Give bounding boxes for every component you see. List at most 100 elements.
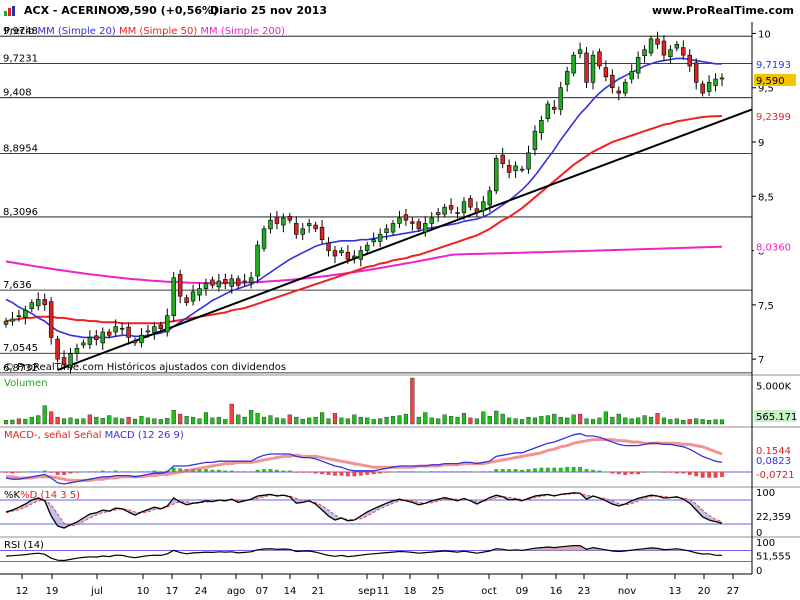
macd-histogram-bar bbox=[326, 472, 331, 475]
candle bbox=[229, 278, 234, 287]
macd-legend: MACD-, señal Señal MACD (12 26 9) bbox=[4, 430, 184, 441]
price-tick-label: 10 bbox=[758, 29, 771, 40]
volume-bar bbox=[332, 413, 338, 425]
macd-histogram-bar bbox=[687, 472, 692, 475]
volume-bar bbox=[216, 416, 221, 425]
rsi-tick-0: 0 bbox=[756, 566, 762, 577]
candle bbox=[16, 315, 22, 318]
candle bbox=[281, 217, 286, 226]
macd-histogram-bar bbox=[49, 472, 54, 473]
candle bbox=[423, 223, 428, 233]
volume-bar bbox=[429, 417, 434, 425]
volume-tick-label: 5.000K bbox=[756, 382, 792, 393]
volume-bar bbox=[61, 418, 67, 425]
macd-histogram-bar bbox=[55, 472, 60, 475]
volume-bar bbox=[397, 415, 402, 425]
volume-bar bbox=[539, 416, 544, 425]
macd-histogram-bar bbox=[416, 472, 421, 473]
candle bbox=[242, 280, 247, 283]
volume-bar bbox=[719, 419, 725, 425]
candle bbox=[603, 67, 609, 78]
candle bbox=[597, 51, 602, 67]
stoch-legend: %K%D (14 3 5) bbox=[4, 490, 80, 501]
macd-histogram-bar bbox=[171, 467, 176, 472]
volume-bar bbox=[513, 418, 518, 425]
candle bbox=[648, 38, 654, 54]
volume-bar bbox=[616, 413, 621, 425]
volume-bar bbox=[145, 417, 150, 425]
volume-bar bbox=[519, 419, 525, 425]
macd-histogram-bar bbox=[681, 472, 686, 474]
volume-bar bbox=[642, 415, 647, 425]
volume-bar bbox=[249, 410, 254, 425]
volume-bar bbox=[648, 416, 654, 425]
macd-histogram-bar bbox=[275, 469, 279, 472]
x-tick-label: 14 bbox=[284, 586, 297, 597]
candle bbox=[668, 49, 673, 58]
candle bbox=[545, 103, 551, 119]
candle bbox=[119, 327, 125, 330]
volume-bar bbox=[190, 416, 196, 425]
macd-histogram-bar bbox=[571, 466, 576, 472]
candle bbox=[177, 274, 183, 297]
volume-bar bbox=[694, 418, 699, 425]
candle bbox=[442, 206, 447, 215]
macd-histogram-bar bbox=[668, 472, 673, 473]
x-tick-label: sep bbox=[358, 586, 376, 597]
macd-histogram-bar bbox=[68, 472, 73, 474]
candle bbox=[326, 242, 331, 251]
rsi-last-value: 51,555 bbox=[756, 551, 791, 562]
sma20-last-value: 9,7193 bbox=[756, 60, 791, 71]
macd-histogram-bar bbox=[474, 472, 479, 473]
price-tick-label: 7 bbox=[758, 355, 764, 366]
macd-histogram-bar bbox=[384, 472, 389, 473]
macd-histogram-bar bbox=[378, 472, 383, 474]
x-tick-label: 13 bbox=[669, 586, 682, 597]
candle bbox=[36, 299, 41, 307]
macd-histogram-bar bbox=[145, 471, 150, 472]
candle bbox=[629, 71, 634, 80]
candle bbox=[494, 157, 499, 192]
macd-histogram-bar bbox=[552, 467, 557, 472]
volume-bar bbox=[268, 415, 273, 425]
macd-histogram-bar bbox=[597, 470, 602, 472]
macd-histogram-bar bbox=[75, 472, 79, 473]
candle bbox=[345, 251, 351, 260]
volume-bar bbox=[578, 413, 583, 425]
volume-bar bbox=[449, 416, 454, 425]
candle bbox=[623, 81, 628, 94]
candle bbox=[319, 226, 325, 241]
macd-histogram-bar bbox=[610, 472, 615, 474]
macd-histogram-bar bbox=[436, 471, 441, 472]
macd-last-value-2: 0,0823 bbox=[756, 456, 791, 467]
macd-histogram-bar bbox=[462, 471, 466, 472]
macd-histogram-bar bbox=[352, 472, 357, 477]
candle bbox=[642, 49, 647, 56]
chart-area[interactable]: 9,97489,72319,4088,89548,30967,6367,0545… bbox=[0, 22, 800, 600]
candle bbox=[3, 320, 9, 325]
volume-bar bbox=[94, 416, 99, 425]
candle bbox=[23, 309, 28, 318]
candle bbox=[519, 168, 525, 171]
candle bbox=[655, 38, 660, 45]
macd-histogram-bar bbox=[423, 472, 428, 473]
volume-bar bbox=[713, 419, 718, 425]
x-tick-label: 12 bbox=[16, 586, 29, 597]
volume-bar bbox=[423, 412, 428, 425]
volume-bar bbox=[42, 405, 47, 425]
volume-bar bbox=[468, 417, 473, 425]
candle bbox=[255, 244, 260, 277]
candle bbox=[564, 71, 570, 85]
volume-bar bbox=[120, 418, 125, 425]
price-annotation: © ProRealTime.com Históricos ajustados c… bbox=[4, 361, 286, 373]
sma50-last-value: 9,2399 bbox=[756, 112, 791, 123]
volume-bar bbox=[545, 415, 550, 425]
macd-histogram-bar bbox=[133, 472, 137, 473]
volume-bar bbox=[681, 420, 686, 425]
macd-histogram-bar bbox=[100, 470, 105, 472]
x-tick-label: jul bbox=[90, 586, 103, 597]
volume-bar bbox=[416, 416, 421, 425]
candle bbox=[48, 301, 54, 338]
volume-bar bbox=[210, 417, 215, 425]
candle bbox=[171, 277, 176, 317]
